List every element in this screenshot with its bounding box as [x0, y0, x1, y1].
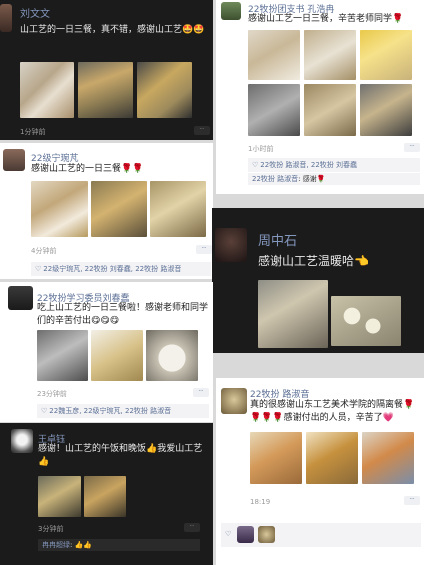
more-button[interactable]: ··	[184, 523, 200, 532]
food-photo[interactable]	[248, 30, 300, 80]
avatar[interactable]	[11, 429, 33, 453]
heart-icon: ♡	[35, 265, 42, 273]
avatar[interactable]	[8, 286, 33, 310]
likes-bar: ♡ 22级宁琬芃, 22牧扮 刘春蠢, 22牧扮 路淑音	[31, 262, 211, 276]
author-name[interactable]: 周中石	[258, 230, 297, 249]
food-photo[interactable]	[306, 432, 358, 484]
moment-post-zhouzhongshi: 周中石 感谢山工艺温暖哈👈	[212, 208, 424, 353]
comment-row[interactable]: 22牧扮 路淑音: 感谢🌹	[248, 173, 420, 185]
food-photo[interactable]	[84, 476, 126, 517]
post-time: 4分钟前	[31, 247, 57, 255]
liker-avatar[interactable]	[237, 526, 254, 543]
post-text: 吃上山工艺的一日三餐啦！感谢老师和同学们的辛苦付出😋😋😋	[37, 303, 209, 326]
food-photo[interactable]	[37, 330, 88, 381]
post-time: 3分钟前	[38, 525, 64, 533]
moment-post-ningwanpeng: 22级宁琬芃 感谢山工艺的一日三餐🌹🌹 4分钟前 ·· ♡ 22级宁琬芃, 22牧…	[0, 143, 213, 279]
heart-icon: ♡	[252, 161, 259, 169]
food-photo[interactable]	[304, 30, 356, 80]
post-text: 真的很感谢山东工艺美术学院的隔离餐🌹🌹🌹🌹感谢付出的人员，辛苦了💗	[250, 400, 415, 423]
more-button[interactable]: ··	[196, 245, 212, 254]
avatar[interactable]	[3, 149, 25, 171]
likes-bar: ♡	[221, 523, 421, 547]
food-photo[interactable]	[360, 30, 412, 80]
post-text: 山工艺的一日三餐，真不错，感谢山工艺🤩🤩	[20, 25, 205, 35]
avatar[interactable]	[215, 228, 247, 262]
more-button[interactable]: ··	[193, 388, 209, 397]
food-photo[interactable]	[91, 330, 143, 381]
post-text: 感谢山工艺的一日三餐🌹🌹	[31, 164, 144, 174]
food-photo[interactable]	[331, 296, 401, 346]
food-photo[interactable]	[38, 476, 81, 517]
post-text: 感谢！山工艺的午饭和晚饭👍我爱山工艺👍	[38, 444, 203, 467]
comment-author[interactable]: 22牧扮 路淑音	[252, 175, 298, 183]
post-time: 18:19	[250, 498, 271, 506]
food-photo[interactable]	[362, 432, 414, 484]
food-photo[interactable]	[146, 330, 198, 381]
food-photo[interactable]	[150, 181, 206, 237]
likes-bar: ♡ 22牧扮 路淑音, 22牧扮 刘春蠢	[248, 158, 420, 172]
food-photo[interactable]	[304, 84, 356, 136]
author-name[interactable]: 刘文文	[20, 5, 50, 20]
likes-bar: ♡ 22魏玉彦, 22级宁琬芃, 22牧扮 路淑音	[37, 404, 209, 418]
comment-row[interactable]: 冉冉超绿: 👍👍	[38, 539, 200, 551]
comment-text: : 👍👍	[70, 541, 93, 549]
food-photo[interactable]	[248, 84, 300, 136]
heart-icon: ♡	[225, 530, 232, 538]
moment-post-wangzhuoyu: 王卓钰 感谢！山工艺的午饭和晚饭👍我爱山工艺👍 3分钟前 ·· 冉冉超绿: 👍👍	[0, 423, 213, 565]
food-photo[interactable]	[250, 432, 302, 484]
heart-icon: ♡	[41, 407, 48, 415]
food-photo[interactable]	[258, 280, 328, 348]
likes-names[interactable]: 22牧扮 路淑音, 22牧扮 刘春蠢	[260, 161, 357, 169]
food-photo[interactable]	[137, 62, 192, 118]
liker-avatar[interactable]	[258, 526, 275, 543]
avatar[interactable]	[0, 4, 12, 32]
food-photo[interactable]	[360, 84, 412, 136]
moment-post-konghaoran: 22牧扮团支书 孔浩冉 感谢山工艺一日三餐，辛苦老师同学🌹 1小时前 ·· ♡ 2…	[216, 0, 424, 194]
post-text: 感谢山工艺一日三餐，辛苦老师同学🌹	[248, 14, 404, 24]
more-button[interactable]: ··	[404, 143, 420, 152]
moment-post-liuchunchun: 22牧扮学习委员刘春蠢 吃上山工艺的一日三餐啦！感谢老师和同学们的辛苦付出😋😋😋…	[0, 282, 213, 422]
post-text: 感谢山工艺温暖哈👈	[258, 254, 369, 268]
post-time: 23分钟前	[37, 390, 67, 398]
moment-post-liuwenwen: 刘文文 山工艺的一日三餐，真不错，感谢山工艺🤩🤩 1分钟前 ··	[0, 0, 213, 140]
post-time: 1分钟前	[20, 128, 46, 136]
post-time: 1小时前	[248, 145, 274, 153]
likes-names[interactable]: 22魏玉彦, 22级宁琬芃, 22牧扮 路淑音	[49, 407, 171, 415]
comment-author[interactable]: 冉冉超绿	[42, 541, 70, 549]
comment-text: : 感谢🌹	[298, 175, 326, 183]
more-button[interactable]: ··	[404, 496, 420, 505]
moment-post-lushuyin: 22牧扮 路淑音 真的很感谢山东工艺美术学院的隔离餐🌹🌹🌹🌹感谢付出的人员，辛苦…	[216, 378, 424, 565]
food-photo[interactable]	[20, 62, 74, 118]
avatar[interactable]	[221, 388, 247, 414]
avatar[interactable]	[221, 2, 241, 20]
food-photo[interactable]	[91, 181, 147, 237]
likes-names[interactable]: 22级宁琬芃, 22牧扮 刘春蠢, 22牧扮 路淑音	[43, 265, 181, 273]
food-photo[interactable]	[31, 181, 88, 237]
food-photo[interactable]	[78, 62, 133, 118]
more-button[interactable]: ··	[194, 126, 210, 135]
